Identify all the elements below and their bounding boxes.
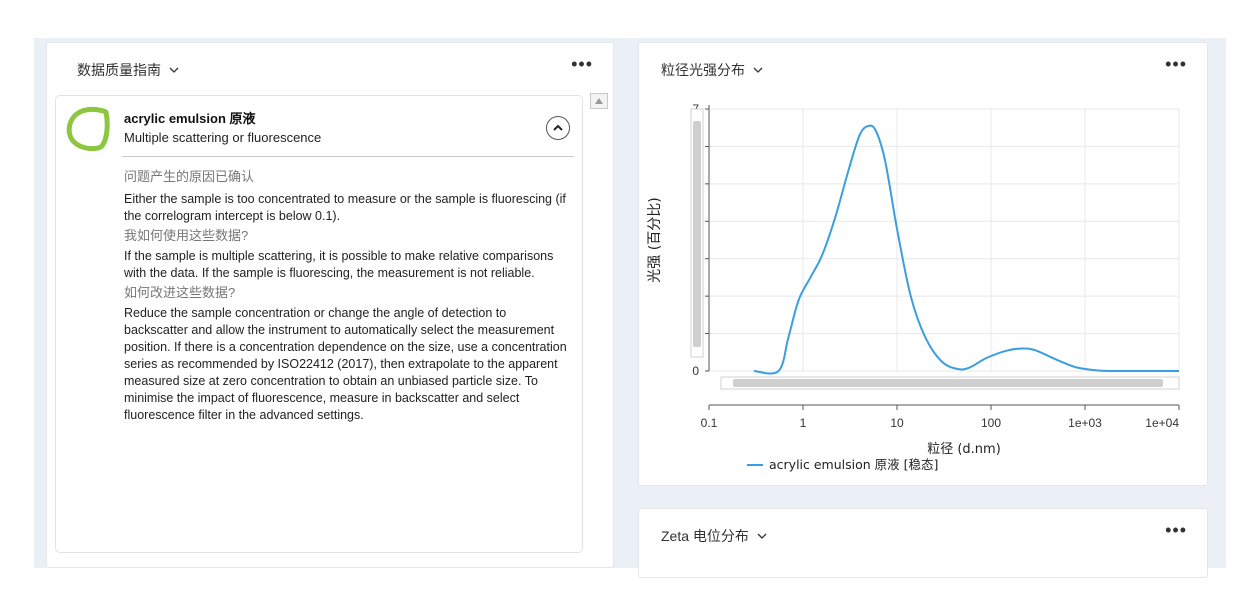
panel-title-dropdown[interactable]: 粒径光强分布 — [661, 60, 763, 80]
question-usage: 我如何使用这些数据? — [124, 228, 249, 243]
panel-title-text: 粒径光强分布 — [661, 62, 745, 78]
sample-name: acrylic emulsion 原液 — [124, 111, 256, 126]
zeta-potential-panel: Zeta 电位分布 ••• — [638, 508, 1208, 578]
y-axis-label: 光强 (百分比) — [647, 197, 663, 282]
series-line — [753, 124, 1180, 375]
panel-title-dropdown[interactable]: 数据质量指南 — [77, 60, 179, 80]
x-tick-label: 10 — [890, 416, 904, 430]
question-improve: 如何改进这些数据? — [124, 285, 236, 300]
size-distribution-chart: 01234567光强 (百分比)0.11101001e+031e+04粒径 (d… — [647, 102, 1180, 472]
x-zoom-scrollbar-thumb[interactable] — [733, 379, 1163, 387]
divider — [122, 156, 574, 157]
answer-improve: Reduce the sample concentration or chang… — [124, 306, 567, 422]
question-cause: 问题产生的原因已确认 — [124, 169, 255, 184]
status-ring-icon — [66, 106, 110, 152]
x-tick-label: 0.1 — [701, 416, 718, 430]
data-quality-panel: 数据质量指南 ••• acrylic emulsion 原液 Multiple … — [46, 42, 614, 568]
x-tick-label: 100 — [981, 416, 1001, 430]
legend-label: acrylic emulsion 原液 [稳态] — [769, 457, 938, 472]
x-tick-label: 1e+03 — [1068, 416, 1102, 430]
chevron-down-icon — [169, 67, 179, 73]
more-options-button[interactable]: ••• — [1165, 55, 1187, 73]
x-tick-label: 1 — [800, 416, 807, 430]
panel-title-text: Zeta 电位分布 — [661, 528, 749, 544]
chevron-down-icon — [757, 533, 767, 539]
more-options-button[interactable]: ••• — [571, 55, 593, 73]
quality-issue-card: acrylic emulsion 原液 Multiple scattering … — [55, 95, 583, 553]
triangle-up-icon — [595, 98, 603, 104]
x-tick-label: 1e+04 — [1145, 416, 1179, 430]
x-axis-label: 粒径 (d.nm) — [927, 442, 1001, 457]
issue-title: Multiple scattering or fluorescence — [124, 130, 322, 145]
panel-header: Zeta 电位分布 ••• — [639, 509, 1207, 555]
panel-title-dropdown[interactable]: Zeta 电位分布 — [661, 526, 767, 546]
chevron-up-icon — [553, 124, 563, 131]
panel-header: 粒径光强分布 ••• — [639, 43, 1207, 89]
answer-usage: If the sample is multiple scattering, it… — [124, 249, 554, 280]
panel-title-text: 数据质量指南 — [77, 62, 161, 78]
more-options-button[interactable]: ••• — [1165, 521, 1187, 539]
scroll-up-button[interactable] — [590, 93, 608, 109]
y-zoom-scrollbar-thumb[interactable] — [693, 121, 701, 347]
y-tick-label: 0 — [692, 364, 699, 378]
size-distribution-panel: 粒径光强分布 ••• 01234567光强 (百分比)0.11101001e+0… — [638, 42, 1208, 486]
issue-details: 问题产生的原因已确认 Either the sample is too conc… — [124, 166, 572, 426]
panel-header: 数据质量指南 ••• — [47, 43, 613, 89]
chevron-down-icon — [753, 67, 763, 73]
vertical-scrollbar[interactable] — [590, 93, 608, 563]
answer-cause: Either the sample is too concentrated to… — [124, 192, 566, 223]
collapse-button[interactable] — [546, 116, 570, 140]
